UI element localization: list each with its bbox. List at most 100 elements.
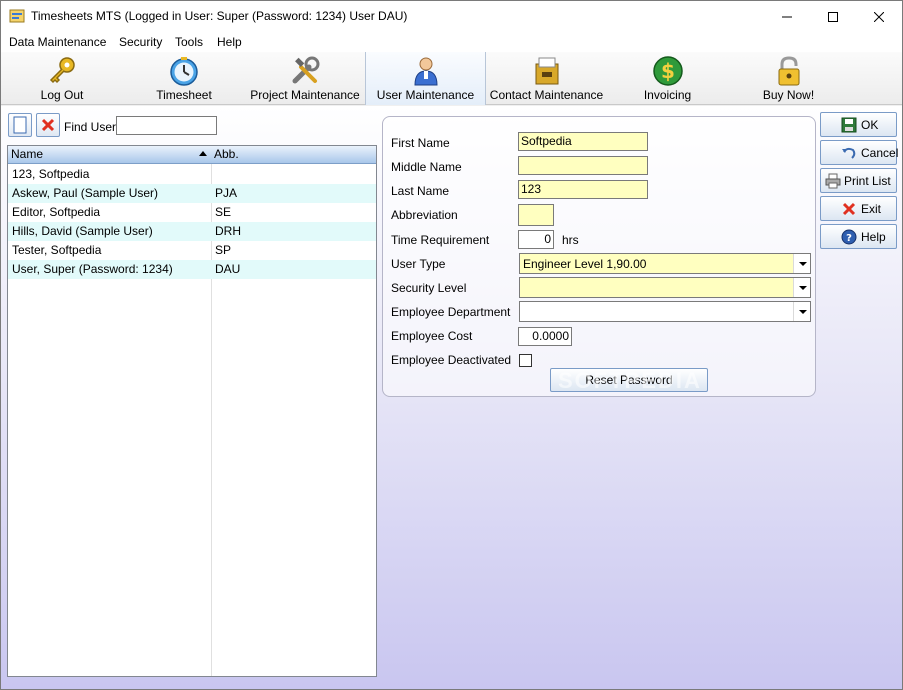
toolbar-invoicing[interactable]: $ Invoicing: [607, 52, 728, 105]
toolbar-label: Buy Now!: [762, 88, 815, 102]
close-button[interactable]: [856, 1, 902, 32]
window-title: Timesheets MTS (Logged in User: Super (P…: [31, 9, 408, 23]
table-row[interactable]: User, Super (Password: 1234) DAU: [8, 260, 376, 279]
first-name-label: First Name: [391, 136, 450, 150]
cell-name: Askew, Paul (Sample User): [12, 186, 159, 200]
menu-tools[interactable]: Tools: [175, 35, 203, 49]
cell-abb: SE: [215, 205, 232, 219]
employee-department-select[interactable]: [519, 301, 811, 322]
user-icon: [413, 57, 438, 86]
sort-ascending-icon: [199, 151, 207, 156]
table-row[interactable]: 123, Softpedia: [8, 165, 376, 184]
last-name-field[interactable]: 123: [518, 180, 648, 199]
menu-help[interactable]: Help: [217, 35, 242, 49]
column-header-abb[interactable]: Abb.: [214, 147, 239, 161]
new-document-icon: [13, 116, 27, 134]
grid-header: Name Abb.: [8, 146, 376, 164]
user-grid[interactable]: Name Abb. 123, Softpedia Askew, Paul (Sa…: [7, 145, 377, 677]
chevron-down-icon[interactable]: [793, 254, 810, 273]
table-row[interactable]: Hills, David (Sample User) DRH: [8, 222, 376, 241]
toolbar-label: Project Maintenance: [250, 88, 360, 102]
save-icon: [841, 117, 857, 133]
cell-name: Editor, Softpedia: [12, 205, 101, 219]
lock-icon: [778, 56, 799, 86]
help-button[interactable]: ? Help: [820, 224, 897, 249]
cell-name: User, Super (Password: 1234): [12, 262, 173, 276]
minimize-icon: [782, 16, 792, 17]
last-name-label: Last Name: [391, 184, 450, 198]
key-icon: [49, 57, 75, 84]
time-requirement-field[interactable]: 0: [518, 230, 554, 249]
close-icon: [874, 11, 884, 22]
maximize-button[interactable]: [810, 1, 856, 32]
column-header-name[interactable]: Name: [11, 147, 43, 161]
menu-data-maintenance[interactable]: Data Maintenance: [9, 35, 106, 49]
reset-password-button[interactable]: Reset Password: [550, 368, 708, 392]
middle-name-field[interactable]: [518, 156, 648, 175]
toolbar-label: Contact Maintenance: [489, 88, 604, 102]
employee-deactivated-checkbox[interactable]: [519, 354, 532, 367]
content-area: Find User: Name Abb. 123, Softpedia Aske…: [1, 106, 902, 689]
tools-icon: [292, 56, 320, 84]
user-type-select[interactable]: Engineer Level 1,90.00: [519, 253, 811, 274]
filebox-icon: [535, 57, 558, 85]
cancel-label: Cancel: [861, 146, 899, 160]
dollar-icon: $: [652, 56, 683, 86]
cell-abb: DAU: [215, 262, 241, 276]
employee-department-label: Employee Department: [391, 305, 511, 319]
toolbar-label: Invoicing: [643, 88, 692, 102]
time-requirement-label: Time Requirement: [391, 233, 490, 247]
table-row[interactable]: Tester, Softpedia SP: [8, 241, 376, 260]
help-icon: ?: [841, 229, 857, 245]
cell-abb: DRH: [215, 224, 241, 238]
user-list-panel: Find User: Name Abb. 123, Softpedia Aske…: [5, 110, 379, 680]
find-user-label: Find User:: [64, 120, 120, 134]
security-level-select[interactable]: [519, 277, 811, 298]
toolbar-contact-maintenance[interactable]: Contact Maintenance: [486, 52, 607, 105]
delete-icon: [41, 118, 55, 132]
first-name-field[interactable]: Softpedia: [518, 132, 648, 151]
ok-label: OK: [861, 118, 879, 132]
security-level-label: Security Level: [391, 281, 467, 295]
cell-name: Hills, David (Sample User): [12, 224, 153, 238]
toolbar-log-out[interactable]: Log Out: [1, 52, 123, 105]
toolbar-user-maintenance[interactable]: User Maintenance: [365, 52, 486, 105]
new-user-button[interactable]: [8, 113, 32, 137]
toolbar-timesheet[interactable]: Timesheet: [123, 52, 245, 105]
clock-icon: [170, 57, 198, 86]
employee-cost-field[interactable]: 0.0000: [518, 327, 572, 346]
exit-label: Exit: [861, 202, 882, 216]
user-type-label: User Type: [391, 257, 446, 271]
delete-user-button[interactable]: [36, 113, 60, 137]
user-details-form: First Name Softpedia Middle Name Last Na…: [382, 116, 816, 397]
menu-bar: Data Maintenance Security Tools Help: [1, 32, 902, 52]
cell-abb: SP: [215, 243, 232, 257]
toolbar-label: Timesheet: [156, 88, 212, 102]
toolbar-project-maintenance[interactable]: Project Maintenance: [245, 52, 365, 105]
title-bar: Timesheets MTS (Logged in User: Super (P…: [1, 1, 902, 32]
cell-name: Tester, Softpedia: [12, 243, 102, 257]
find-user-input[interactable]: [116, 116, 217, 135]
print-list-button[interactable]: Print List: [820, 168, 897, 193]
abbreviation-label: Abbreviation: [391, 208, 458, 222]
toolbar-label: User Maintenance: [376, 88, 475, 102]
menu-security[interactable]: Security: [119, 35, 162, 49]
toolbar-label: Log Out: [40, 88, 84, 102]
chevron-down-icon[interactable]: [793, 302, 810, 321]
table-row[interactable]: Editor, Softpedia SE: [8, 203, 376, 222]
print-list-label: Print List: [844, 174, 891, 188]
cell-name: 123, Softpedia: [12, 167, 90, 181]
exit-button[interactable]: Exit: [820, 196, 897, 221]
employee-cost-label: Employee Cost: [391, 329, 473, 343]
ok-button[interactable]: OK: [820, 112, 897, 137]
abbreviation-field[interactable]: [518, 204, 554, 226]
minimize-button[interactable]: [764, 1, 810, 32]
table-row[interactable]: Askew, Paul (Sample User) PJA: [8, 184, 376, 203]
toolbar-buy-now[interactable]: Buy Now!: [728, 52, 849, 105]
help-label: Help: [861, 230, 886, 244]
reset-password-label: Reset Password: [585, 373, 673, 387]
cell-abb: PJA: [215, 186, 238, 200]
cancel-button[interactable]: Cancel: [820, 140, 899, 165]
chevron-down-icon[interactable]: [793, 278, 810, 297]
exit-x-icon: [842, 202, 856, 216]
